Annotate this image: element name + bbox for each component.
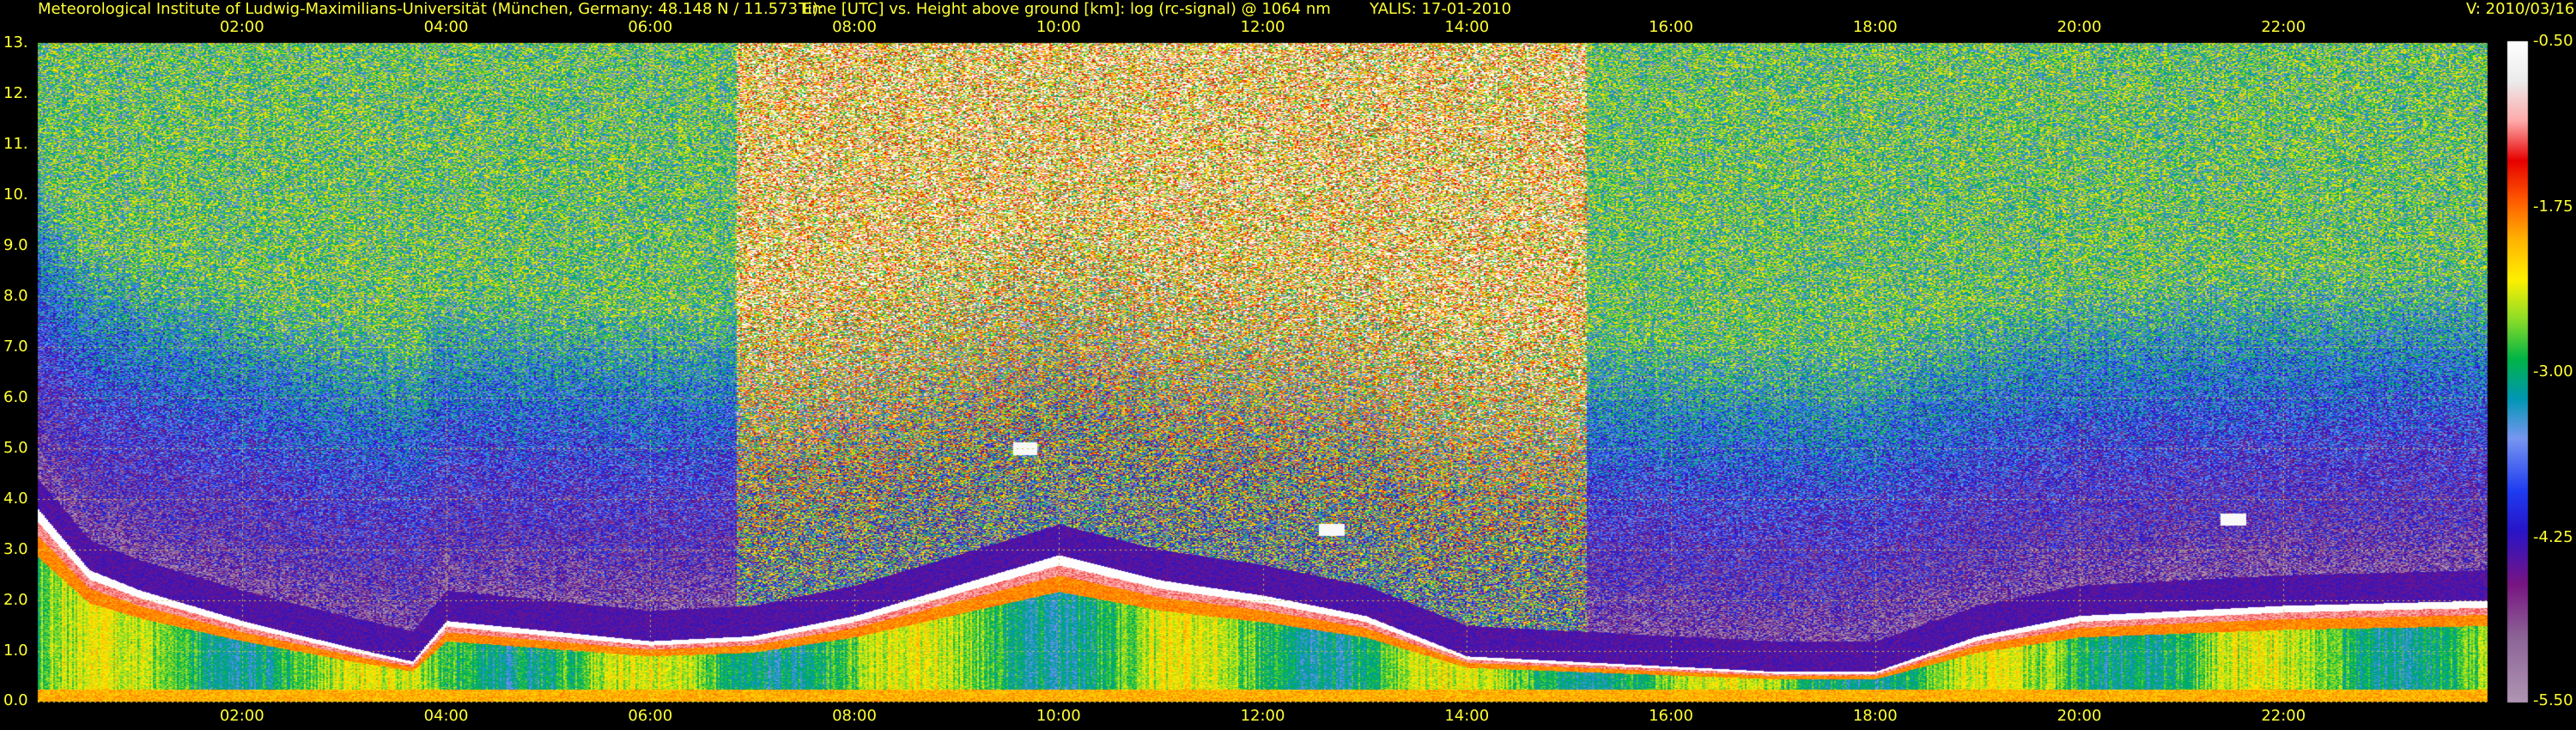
y-tick-label: 11. [3,135,28,153]
y-tick-label: 5.0 [3,439,28,457]
y-tick-label: 6.0 [3,388,28,406]
x-tick-label-top: 18:00 [1852,18,1898,36]
x-tick-label-bottom: 04:00 [423,707,469,725]
y-tick-label: 3.0 [3,540,28,558]
x-tick-label-top: 16:00 [1649,18,1693,36]
y-tick-label: 9.0 [3,236,28,254]
x-tick-label-top: 04:00 [423,18,469,36]
y-tick-label: 2.0 [3,591,28,609]
x-tick-label-bottom: 22:00 [2261,707,2306,725]
institute-header: Meteorological Institute of Ludwig-Maxim… [38,0,824,18]
version-label: V: 2010/03/16 [2466,0,2575,18]
x-tick-label-top: 06:00 [628,18,673,36]
x-tick-label-top: 02:00 [219,18,264,36]
lidar-quicklook-plot [0,0,2576,730]
y-tick-label: 0.0 [3,691,28,709]
y-tick-label: 8.0 [3,287,28,305]
colorbar-tick-label: -4.25 [2533,527,2573,546]
y-tick-label: 4.0 [3,490,28,508]
y-tick-label: 13. [3,33,28,52]
x-tick-label-top: 20:00 [2057,18,2102,36]
x-tick-label-top: 08:00 [832,18,877,36]
x-tick-label-top: 12:00 [1240,18,1285,36]
x-tick-label-bottom: 14:00 [1444,707,1490,725]
colorbar-tick-label: -5.50 [2533,691,2573,709]
x-tick-label-bottom: 08:00 [832,707,877,725]
x-tick-label-bottom: 06:00 [628,707,673,725]
colorbar-tick-label: -0.50 [2533,32,2573,50]
instrument-date: YALIS: 17-01-2010 [1370,0,1512,18]
x-tick-label-bottom: 18:00 [1852,707,1898,725]
colorbar-tick-label: -3.00 [2533,362,2573,380]
y-tick-label: 10. [3,186,28,204]
x-tick-label-top: 22:00 [2261,18,2306,36]
y-tick-label: 12. [3,84,28,102]
x-tick-label-bottom: 02:00 [219,707,264,725]
x-tick-label-bottom: 20:00 [2057,707,2102,725]
y-tick-label: 1.0 [3,642,28,660]
y-tick-label: 7.0 [3,338,28,356]
x-tick-label-top: 10:00 [1036,18,1081,36]
x-tick-label-bottom: 12:00 [1240,707,1285,725]
x-tick-label-top: 14:00 [1444,18,1490,36]
plot-title: Time [UTC] vs. Height above ground [km]:… [799,0,1331,18]
colorbar-tick-label: -1.75 [2533,197,2573,216]
x-tick-label-bottom: 16:00 [1649,707,1693,725]
x-tick-label-bottom: 10:00 [1036,707,1081,725]
